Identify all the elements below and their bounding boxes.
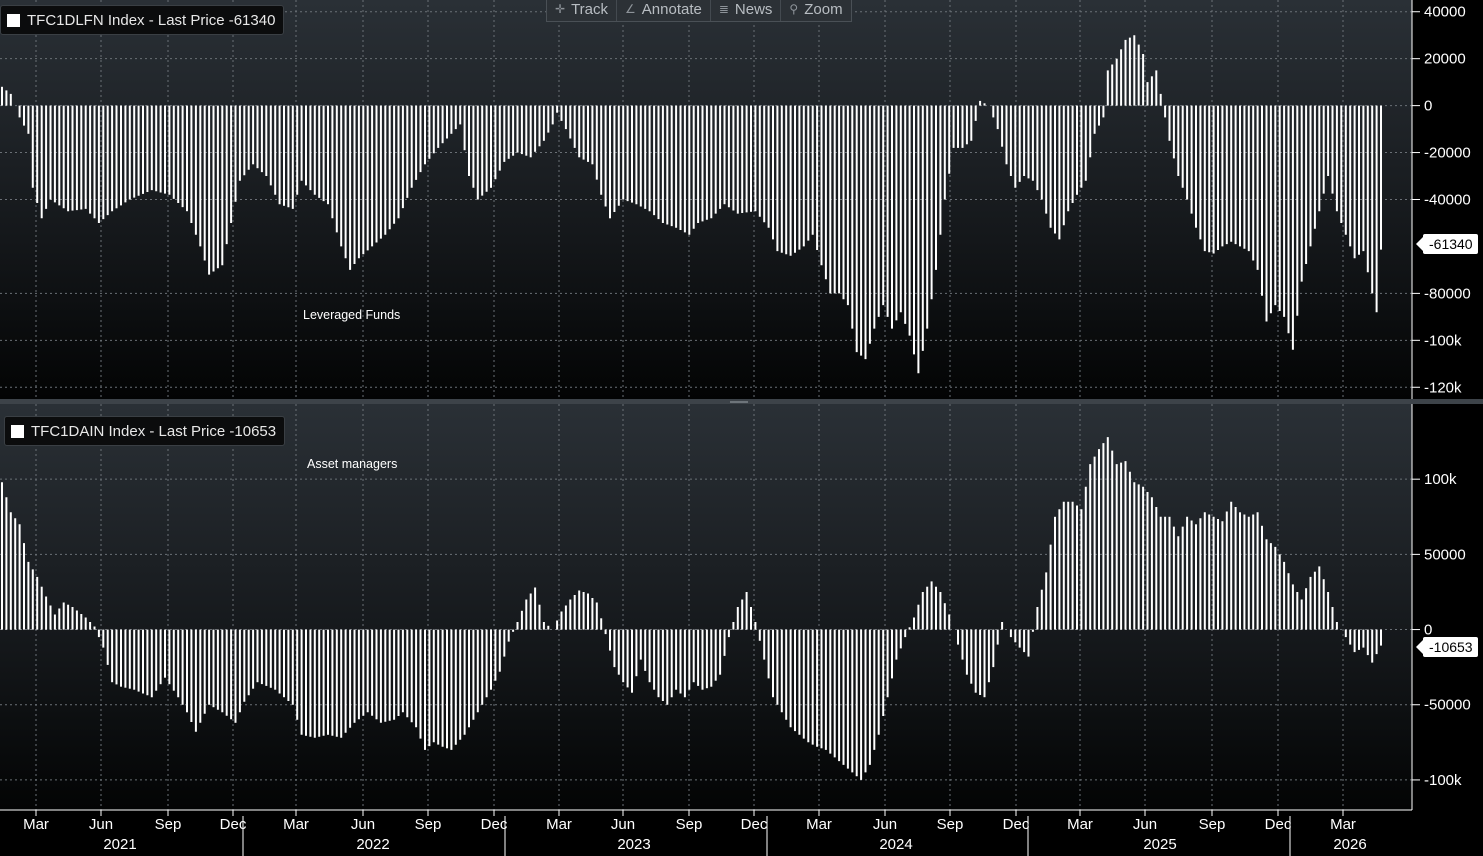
x-year-label: 2026 bbox=[1333, 836, 1366, 853]
magnifier-icon: ⚲ bbox=[789, 2, 799, 16]
x-tick-label: Dec bbox=[1003, 816, 1030, 833]
chart-toolbar: ✛ Track ∠ Annotate ≣ News ⚲ Zoom bbox=[546, 0, 852, 22]
bottom-last-price-tag: -10653 bbox=[1416, 637, 1478, 657]
crosshair-icon: ✛ bbox=[555, 2, 566, 16]
x-tick-label: Sep bbox=[415, 816, 442, 833]
track-label: Track bbox=[571, 0, 609, 18]
zoom-button[interactable]: ⚲ Zoom bbox=[781, 0, 850, 21]
x-year-label: 2025 bbox=[1143, 836, 1176, 853]
x-tick-label: Jun bbox=[1133, 816, 1157, 833]
x-tick-label: Mar bbox=[546, 816, 572, 833]
y-tick-label: 40000 bbox=[1424, 4, 1466, 21]
y-tick-label: -20000 bbox=[1424, 145, 1471, 162]
legend-swatch bbox=[7, 13, 20, 27]
x-tick-label: Jun bbox=[873, 816, 897, 833]
y-tick-label: 20000 bbox=[1424, 51, 1466, 68]
y-tick-label: -80000 bbox=[1424, 285, 1471, 302]
x-tick-label: Dec bbox=[481, 816, 508, 833]
top-last-price-tag: -61340 bbox=[1416, 234, 1478, 254]
news-icon: ≣ bbox=[718, 2, 729, 16]
pencil-icon: ∠ bbox=[625, 2, 636, 16]
y-tick-label: -100k bbox=[1424, 772, 1462, 789]
x-tick-label: Jun bbox=[611, 816, 635, 833]
annotate-label: Annotate bbox=[641, 0, 702, 18]
track-button[interactable]: ✛ Track bbox=[547, 0, 618, 21]
x-tick-label: Jun bbox=[351, 816, 375, 833]
x-tick-label: Sep bbox=[676, 816, 703, 833]
y-tick-label: 0 bbox=[1424, 622, 1432, 639]
x-tick-label: Sep bbox=[1199, 816, 1226, 833]
bottom-series-legend[interactable]: TFC1DAIN Index - Last Price -10653 bbox=[4, 416, 286, 446]
x-year-label: 2023 bbox=[617, 836, 650, 853]
chart-window: 40000 20000 0 -20000 -40000 -80000 -100k -120k 1… bbox=[0, 0, 1483, 856]
x-tick-label: Mar bbox=[23, 816, 49, 833]
top-series-legend[interactable]: TFC1DLFN Index - Last Price -61340 bbox=[0, 5, 285, 35]
x-year-label: 2024 bbox=[879, 836, 912, 853]
x-tick-label: Mar bbox=[806, 816, 832, 833]
zoom-label: Zoom bbox=[804, 0, 843, 18]
y-tick-label: 100k bbox=[1424, 471, 1457, 488]
y-tick-label: -100k bbox=[1424, 332, 1462, 349]
top-annotation: Leveraged Funds bbox=[303, 308, 401, 322]
y-tick-label: -40000 bbox=[1424, 192, 1471, 209]
x-tick-label: Mar bbox=[1067, 816, 1093, 833]
y-tick-label: -50000 bbox=[1424, 697, 1471, 714]
x-tick-label: Mar bbox=[283, 816, 309, 833]
y-tick-label: 50000 bbox=[1424, 546, 1466, 563]
bottom-annotation: Asset managers bbox=[307, 457, 398, 471]
annotate-button[interactable]: ∠ Annotate bbox=[617, 0, 711, 21]
bottom-legend-label: TFC1DAIN Index - Last Price -10653 bbox=[31, 422, 277, 440]
x-tick-label: Sep bbox=[155, 816, 182, 833]
legend-swatch bbox=[11, 424, 24, 438]
x-tick-label: Dec bbox=[1265, 816, 1292, 833]
x-tick-label: Dec bbox=[741, 816, 768, 833]
y-tick-label: 0 bbox=[1424, 98, 1432, 115]
x-tick-label: Mar bbox=[1330, 816, 1356, 833]
news-label: News bbox=[734, 0, 773, 18]
news-button[interactable]: ≣ News bbox=[711, 0, 782, 21]
y-tick-label: -120k bbox=[1424, 379, 1462, 396]
top-legend-label: TFC1DLFN Index - Last Price -61340 bbox=[27, 11, 276, 29]
x-year-label: 2022 bbox=[356, 836, 389, 853]
x-tick-label: Sep bbox=[937, 816, 964, 833]
x-year-label: 2021 bbox=[103, 836, 136, 853]
x-tick-label: Jun bbox=[89, 816, 113, 833]
